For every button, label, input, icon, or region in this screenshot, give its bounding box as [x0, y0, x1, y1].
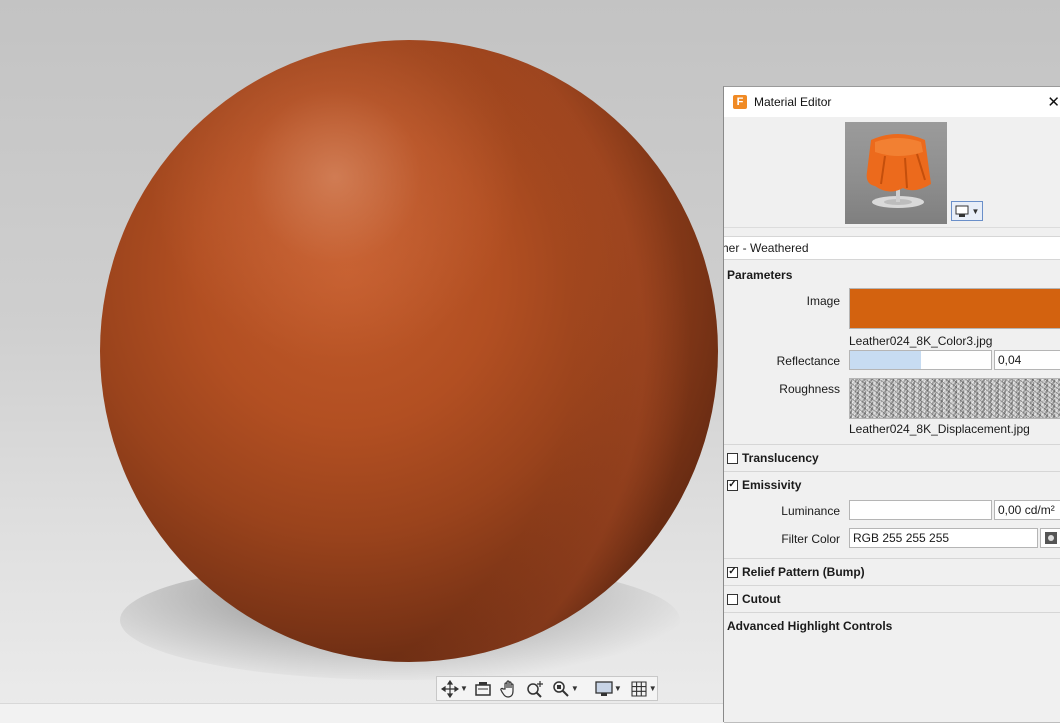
filter-color-value: RGB 255 255 255 — [853, 531, 950, 545]
reflectance-label: Reflectance — [776, 354, 840, 368]
luminance-label: Luminance — [781, 504, 840, 518]
cutout-section[interactable]: Cutout — [724, 585, 1060, 612]
reflectance-slider-fill — [850, 351, 921, 369]
zoom-interactive-button[interactable] — [526, 679, 544, 699]
filter-color-input[interactable]: RGB 255 255 255 — [849, 528, 1038, 548]
zoom-extents-button[interactable]: ▼ — [552, 679, 579, 699]
grid-icon — [631, 680, 647, 697]
tablecloth-preview-icon — [866, 134, 931, 208]
viewport-bottom-strip — [0, 703, 724, 723]
image-color-swatch[interactable] — [849, 288, 1060, 329]
navigation-toolbar: ▼ ▼ ▼ ▼ — [436, 676, 658, 701]
luminance-input[interactable]: 0,00 cd/m² — [994, 500, 1060, 520]
reflectance-value: 0,04 — [998, 353, 1022, 367]
pan-hand-icon — [500, 679, 514, 698]
emissivity-checkbox[interactable]: ✓ — [727, 479, 738, 491]
window-title: Material Editor — [754, 95, 832, 109]
chevron-down-icon: ▼ — [648, 684, 657, 693]
chevron-down-icon: ▼ — [613, 684, 622, 693]
close-icon[interactable]: ✕ — [1047, 93, 1060, 111]
luminance-slider[interactable] — [849, 500, 992, 520]
translucency-section[interactable]: Translucency — [724, 444, 1060, 471]
camera-icon — [475, 681, 491, 696]
emissivity-section[interactable]: ✓ Emissivity — [724, 471, 1060, 498]
zoom-extents-icon — [553, 680, 569, 697]
material-preview-area: ▼ — [724, 117, 1060, 228]
monitor-icon — [955, 205, 969, 217]
luminance-row: Luminance 0,00 cd/m² — [724, 500, 1060, 528]
reflectance-slider[interactable] — [849, 350, 992, 370]
roughness-label: Roughness — [779, 382, 840, 396]
chevron-down-icon: ▼ — [460, 684, 468, 693]
filter-color-row: Filter Color RGB 255 255 255 — [724, 528, 1060, 558]
parameters-heading: Parameters — [724, 262, 1060, 288]
material-thumbnail — [845, 122, 947, 224]
chevron-down-icon: ▼ — [971, 206, 980, 216]
translucency-label: Translucency — [742, 451, 819, 465]
image-filename[interactable]: Leather024_8K_Color3.jpg — [849, 334, 992, 348]
camera-button[interactable] — [474, 679, 492, 699]
material-editor-panel: F Material Editor ✕ ▼ ather - Weathered … — [723, 86, 1060, 722]
translucency-checkbox[interactable] — [727, 452, 738, 464]
pan-button[interactable] — [500, 679, 518, 699]
cutout-checkbox[interactable] — [727, 593, 738, 605]
emissivity-label: Emissivity — [742, 478, 802, 492]
advanced-highlight-label: Advanced Highlight Controls — [727, 619, 893, 633]
roughness-row: Roughness Leather024_8K_Displacement.jpg — [724, 378, 1060, 436]
display-settings-icon — [595, 680, 613, 696]
cutout-label: Cutout — [742, 592, 781, 606]
image-label: Image — [806, 294, 840, 308]
relief-section[interactable]: ✓ Relief Pattern (Bump) — [724, 558, 1060, 585]
sphere-rim-light — [100, 40, 718, 662]
relief-checkbox[interactable]: ✓ — [727, 566, 738, 578]
display-settings-button[interactable]: ▼ — [595, 679, 622, 699]
grid-settings-button[interactable]: ▼ — [630, 679, 657, 699]
filter-color-label: Filter Color — [781, 532, 840, 546]
reflectance-input[interactable]: 0,04 — [994, 350, 1060, 370]
zoom-interactive-icon — [527, 680, 543, 698]
color-picker-button[interactable] — [1040, 528, 1060, 548]
roughness-texture-swatch[interactable] — [849, 378, 1060, 419]
app-logo-icon: F — [733, 95, 747, 109]
reflectance-row: Reflectance 0,04 — [724, 350, 1060, 378]
orbit-icon — [441, 679, 459, 698]
preview-scene-dropdown[interactable]: ▼ — [951, 201, 983, 221]
orbit-button[interactable]: ▼ — [441, 679, 468, 699]
relief-label: Relief Pattern (Bump) — [742, 565, 865, 579]
image-row: Image Leather024_8K_Color3.jpg — [724, 288, 1060, 348]
color-picker-icon — [1045, 532, 1057, 544]
title-bar[interactable]: F Material Editor ✕ — [724, 87, 1060, 117]
material-name: ather - Weathered — [724, 241, 809, 255]
advanced-highlight-section[interactable]: Advanced Highlight Controls — [724, 612, 1060, 639]
parameters-heading-label: Parameters — [727, 268, 793, 282]
chevron-down-icon: ▼ — [570, 684, 579, 693]
material-name-field[interactable]: ather - Weathered — [724, 236, 1060, 260]
roughness-filename[interactable]: Leather024_8K_Displacement.jpg — [849, 422, 1030, 436]
luminance-value: 0,00 cd/m² — [998, 503, 1055, 517]
